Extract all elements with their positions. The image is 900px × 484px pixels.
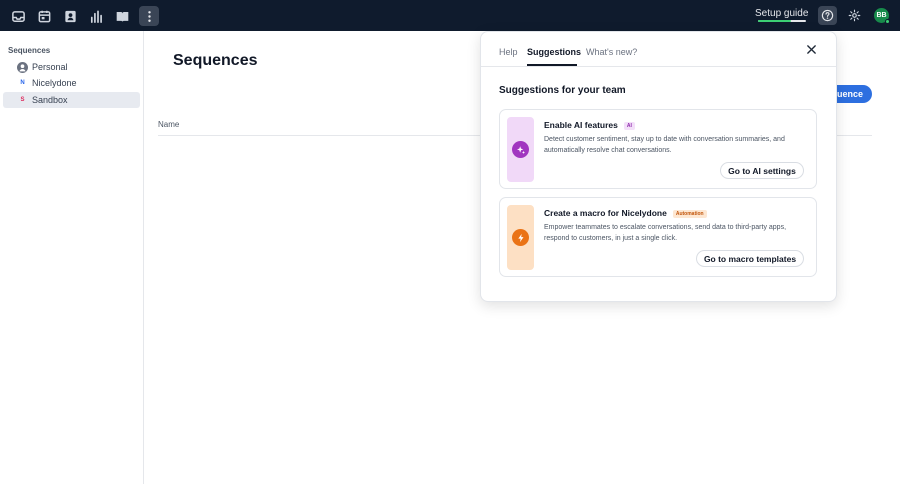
- column-header-name[interactable]: Name: [158, 120, 179, 129]
- calendar-icon[interactable]: [34, 6, 54, 26]
- tab-whats-new[interactable]: What's new?: [586, 47, 637, 57]
- help-popover: Help Suggestions What's new? Suggestions…: [480, 31, 837, 302]
- active-tab-indicator: [527, 64, 577, 66]
- sidebar-item-personal[interactable]: Personal: [3, 59, 140, 75]
- tab-suggestions[interactable]: Suggestions: [527, 47, 581, 57]
- person-icon: [17, 61, 28, 73]
- sidebar-item-label: Nicelydone: [32, 78, 77, 88]
- avatar-initials: BB: [876, 12, 887, 19]
- help-button[interactable]: [818, 6, 837, 25]
- workspace-letter-icon: N: [20, 80, 25, 86]
- reports-icon[interactable]: [86, 6, 106, 26]
- card-title: Enable AI features AI: [544, 120, 635, 130]
- sparkle-icon: [512, 141, 529, 158]
- card-description: Empower teammates to escalate conversati…: [544, 224, 787, 242]
- page-title: Sequences: [173, 52, 258, 69]
- tab-help[interactable]: Help: [499, 47, 518, 57]
- settings-button[interactable]: [846, 7, 862, 23]
- go-to-macro-templates-button[interactable]: Go to macro templates: [696, 250, 804, 267]
- help-icon: [821, 9, 834, 22]
- close-button[interactable]: [804, 42, 818, 56]
- setup-guide-progress: [758, 20, 806, 22]
- card-title: Create a macro for Nicelydone Automation: [544, 208, 707, 218]
- card-description: Detect customer sentiment, stay up to da…: [544, 136, 785, 154]
- sidebar: Sequences Personal N Nicelydone S Sandbo…: [0, 31, 144, 484]
- popover-tabs: Help Suggestions What's new?: [481, 32, 836, 67]
- inbox-icon[interactable]: [8, 6, 28, 26]
- section-title: Suggestions for your team: [499, 85, 626, 96]
- suggestion-card-macro: Create a macro for Nicelydone Automation …: [499, 197, 817, 277]
- sidebar-title: Sequences: [8, 46, 51, 55]
- card-title-text: Create a macro for Nicelydone: [544, 208, 667, 218]
- setup-guide-link[interactable]: Setup guide: [755, 8, 808, 19]
- automation-badge: Automation: [672, 209, 707, 218]
- go-to-ai-settings-button[interactable]: Go to AI settings: [720, 162, 804, 179]
- sidebar-item-nicelydone[interactable]: N Nicelydone: [3, 75, 140, 91]
- top-navigation-bar: Setup guide BB: [0, 0, 900, 31]
- ai-badge: AI: [623, 121, 635, 130]
- user-avatar[interactable]: BB: [874, 8, 890, 24]
- sidebar-item-sandbox[interactable]: S Sandbox: [3, 92, 140, 108]
- suggestion-card-ai: Enable AI features AI Detect customer sen…: [499, 109, 817, 189]
- setup-progress-fill: [758, 20, 791, 22]
- card-thumbnail: [507, 117, 534, 182]
- lightning-icon: [512, 229, 529, 246]
- online-status-dot: [885, 19, 890, 24]
- sidebar-item-label: Sandbox: [32, 95, 68, 105]
- gear-icon: [848, 9, 860, 21]
- card-title-text: Enable AI features: [544, 120, 618, 130]
- workspace-letter-icon: S: [20, 97, 25, 103]
- contacts-icon[interactable]: [60, 6, 80, 26]
- more-vertical-icon[interactable]: [139, 6, 159, 26]
- close-icon: [806, 44, 816, 54]
- book-icon[interactable]: [112, 6, 132, 26]
- sidebar-item-label: Personal: [32, 62, 68, 72]
- card-thumbnail: [507, 205, 534, 270]
